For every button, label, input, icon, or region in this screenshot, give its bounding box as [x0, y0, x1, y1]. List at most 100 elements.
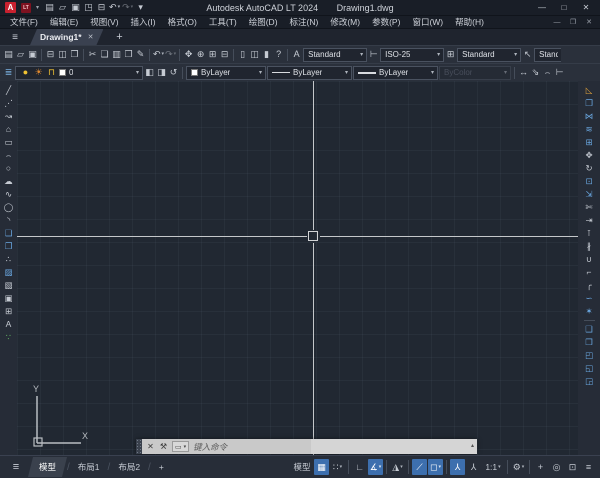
layer-on-icon[interactable]: ●	[20, 66, 31, 80]
menu-help[interactable]: 帮助(H)	[449, 16, 490, 28]
logo-chevron-down-icon[interactable]: ▾	[36, 4, 39, 11]
make-object-layer-current-icon[interactable]: ◧	[144, 66, 155, 80]
save-as-icon[interactable]: ◳	[83, 1, 94, 15]
undo-icon[interactable]: ↶▾	[109, 1, 120, 15]
tool-palettes-icon[interactable]: ▮	[261, 48, 272, 62]
mirror-icon[interactable]: ⋈	[583, 110, 596, 123]
file-tab-drawing1[interactable]: Drawing1* ✕	[30, 29, 103, 45]
wrench-customize-icon[interactable]: ⚒	[159, 440, 168, 454]
menu-modify[interactable]: 修改(M)	[324, 16, 366, 28]
dim-linear-icon[interactable]: ↔	[518, 66, 529, 80]
layout-tab-layout1[interactable]: 布局1	[70, 459, 108, 475]
undo-icon[interactable]: ↶▾	[153, 48, 164, 62]
add-status-icon[interactable]: +	[533, 459, 548, 475]
recent-commands-button[interactable]: ▭ ▾	[172, 441, 189, 452]
lineweight-dropdown[interactable]: ByLayer ▾	[353, 66, 438, 80]
annotation-to-front-icon[interactable]: ◲	[583, 375, 596, 388]
text-style-dropdown[interactable]: Standard ▾	[303, 48, 367, 62]
minimize-button[interactable]: —	[533, 1, 551, 15]
isodraft-icon[interactable]: ◮▾	[390, 459, 405, 475]
publish-icon[interactable]: ❐	[69, 48, 80, 62]
menu-insert[interactable]: 插入(I)	[125, 16, 162, 28]
paste-icon[interactable]: ▥	[111, 48, 122, 62]
layer-previous-icon[interactable]: ↺	[168, 66, 179, 80]
circle-icon[interactable]: ○	[2, 162, 15, 175]
table-icon[interactable]: ⊞	[2, 305, 15, 318]
chamfer-icon[interactable]: ⌐	[583, 266, 596, 279]
command-line-bar[interactable]: ✕ ⚒ ▭ ▾ 键入命令 ▴	[136, 439, 477, 454]
ortho-icon[interactable]: ∟	[352, 459, 367, 475]
send-under-objects-icon[interactable]: ◱	[583, 362, 596, 375]
mleader-style-dropdown[interactable]: Stand	[534, 48, 561, 62]
layer-properties-icon[interactable]: ≣	[3, 66, 14, 80]
table-style-icon[interactable]: ⊞	[445, 48, 456, 62]
menu-tools[interactable]: 工具(T)	[203, 16, 243, 28]
command-input[interactable]: 键入命令	[193, 439, 311, 454]
join-icon[interactable]: ∪	[583, 253, 596, 266]
qat-expand-icon[interactable]: ▾	[135, 1, 146, 15]
make-block-icon[interactable]: ❐	[2, 240, 15, 253]
match-layer-icon[interactable]: ◨	[156, 66, 167, 80]
array-icon[interactable]: ⊞	[583, 136, 596, 149]
pan-icon[interactable]: ✥	[183, 48, 194, 62]
point-icon[interactable]: ∴	[2, 253, 15, 266]
save-icon[interactable]: ▣	[27, 48, 38, 62]
menu-parametric[interactable]: 参数(P)	[366, 16, 406, 28]
stretch-icon[interactable]: ⇲	[583, 188, 596, 201]
layout-tabs-menu-icon[interactable]: ≡	[4, 461, 28, 473]
copy-icon[interactable]: ❐	[583, 97, 596, 110]
open-file-icon[interactable]: ▱	[57, 1, 68, 15]
line-icon[interactable]: ╱	[2, 84, 15, 97]
spline-icon[interactable]: ∿	[2, 188, 15, 201]
bring-above-objects-icon[interactable]: ◰	[583, 349, 596, 362]
save-icon[interactable]: ▣	[70, 1, 81, 15]
send-to-back-icon[interactable]: ❒	[583, 336, 596, 349]
match-properties-icon[interactable]: ✎	[135, 48, 146, 62]
layer-dropdown[interactable]: ●☀⊓ 0 ▾	[15, 66, 143, 80]
command-bar-close-icon[interactable]: ✕	[146, 440, 155, 454]
model-space-button[interactable]: 模型	[291, 459, 313, 475]
open-file-icon[interactable]: ▱	[15, 48, 26, 62]
doc-close-button[interactable]: ✕	[582, 15, 596, 29]
autoscale-icon[interactable]: ⅄	[466, 459, 481, 475]
snap-icon[interactable]: ∷▾	[330, 459, 345, 475]
blend-curves-icon[interactable]: ∽	[583, 292, 596, 305]
ellipse-icon[interactable]: ◯	[2, 201, 15, 214]
gradient-icon[interactable]: ▧	[2, 279, 15, 292]
text-style-icon[interactable]: A	[291, 48, 302, 62]
maximize-button[interactable]: □	[555, 1, 573, 15]
rectangle-icon[interactable]: ▭	[2, 136, 15, 149]
new-tab-button[interactable]: +	[109, 29, 129, 45]
polyline-icon[interactable]: ↝	[2, 110, 15, 123]
revision-cloud-icon[interactable]: ☁	[2, 175, 15, 188]
offset-icon[interactable]: ≋	[583, 123, 596, 136]
object-snap-tracking-icon[interactable]: ⟋	[412, 459, 427, 475]
new-file-icon[interactable]: ▤	[44, 1, 55, 15]
redo-icon[interactable]: ↷▾	[122, 1, 133, 15]
layout-tab-model[interactable]: 模型	[28, 457, 67, 477]
layer-lock-icon[interactable]: ⊓	[46, 66, 57, 80]
new-file-icon[interactable]: ▤	[3, 48, 14, 62]
menu-format[interactable]: 格式(O)	[162, 16, 203, 28]
erase-icon[interactable]: ◺	[583, 84, 596, 97]
dim-style-dropdown[interactable]: ISO-25 ▾	[380, 48, 444, 62]
doc-minimize-button[interactable]: —	[550, 15, 564, 29]
rotate-icon[interactable]: ↻	[583, 162, 596, 175]
copy-clip-icon[interactable]: ❑	[99, 48, 110, 62]
clean-screen-icon[interactable]: ⊡	[565, 459, 580, 475]
customization-icon[interactable]: ≡	[581, 459, 596, 475]
mleader-style-icon[interactable]: ↖	[522, 48, 533, 62]
construction-line-icon[interactable]: ⋰	[2, 97, 15, 110]
cut-icon[interactable]: ✂	[87, 48, 98, 62]
designcenter-icon[interactable]: ◫	[249, 48, 260, 62]
break-icon[interactable]: ∦	[583, 240, 596, 253]
copy-base-point-icon[interactable]: ❒	[123, 48, 134, 62]
annotation-visibility-icon[interactable]: ⅄	[450, 459, 465, 475]
plot-icon[interactable]: ⊟	[96, 1, 107, 15]
fillet-icon[interactable]: ╭	[583, 279, 596, 292]
isolate-objects-icon[interactable]: ◎	[549, 459, 564, 475]
ellipse-arc-icon[interactable]: ◝	[2, 214, 15, 227]
explode-icon[interactable]: ✶	[583, 305, 596, 318]
region-icon[interactable]: ▣	[2, 292, 15, 305]
drawing-canvas[interactable]: Y X ✕ ⚒ ▭ ▾ 键入命令 ▴	[17, 81, 578, 455]
